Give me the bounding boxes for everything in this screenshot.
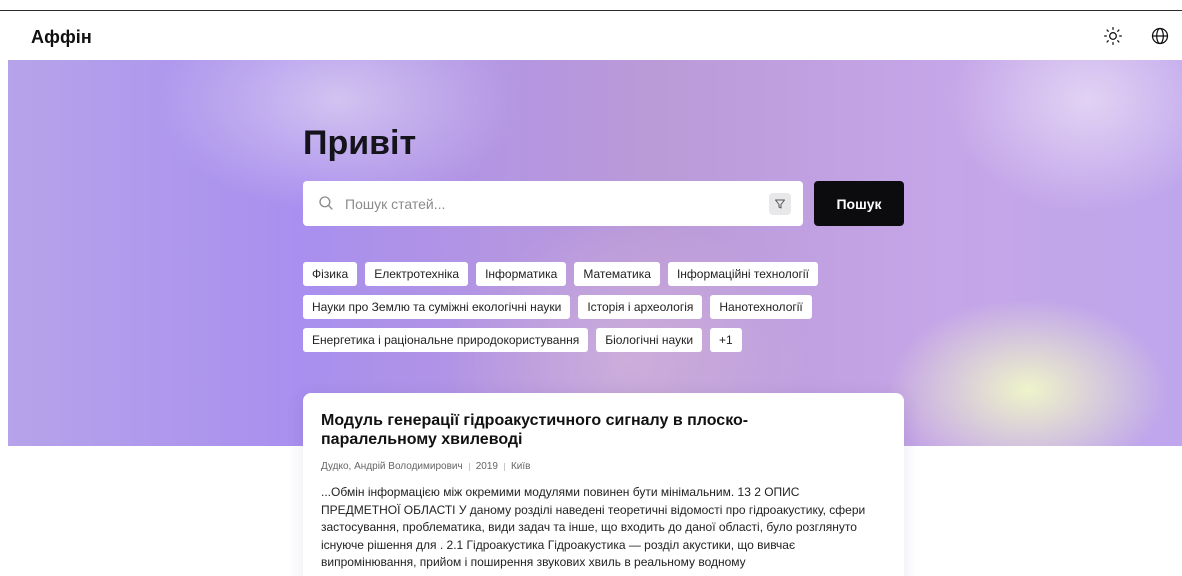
tag-chip[interactable]: Фізика [303, 262, 358, 286]
search-button[interactable]: Пошук [814, 181, 904, 226]
top-bar: Аффін [0, 10, 1182, 60]
search-icon [319, 196, 333, 210]
globe-icon[interactable] [1149, 25, 1171, 47]
result-author: Дудко, Андрій Володимирович [321, 461, 463, 472]
tag-chip[interactable]: Математика [574, 262, 660, 286]
hero-background [8, 60, 1182, 446]
filter-icon [775, 199, 785, 209]
tag-row: Енергетика і раціональне природокористув… [303, 328, 883, 352]
result-meta: Дудко, Андрій Володимирович 2019 Київ [321, 461, 886, 472]
sun-icon[interactable] [1102, 25, 1124, 47]
tag-chip[interactable]: Енергетика і раціональне природокористув… [303, 328, 589, 352]
result-title[interactable]: Модуль генерації гідроакустичного сигнал… [321, 411, 861, 449]
result-city: Київ [510, 461, 531, 472]
filter-button[interactable] [769, 193, 791, 215]
meta-divider [468, 462, 470, 471]
result-snippet: ...Обмін інформацією між окремими модуля… [321, 485, 866, 569]
more-tags-button[interactable]: +1 [710, 328, 742, 352]
meta-divider [503, 462, 505, 471]
search-box [303, 181, 803, 226]
tag-chip[interactable]: Інформаційні технології [667, 262, 818, 286]
result-year: 2019 [475, 461, 498, 472]
tag-chip[interactable]: Електротехніка [365, 262, 469, 286]
result-card[interactable]: Модуль генерації гідроакустичного сигнал… [303, 393, 904, 576]
tag-row: Науки про Землю та суміжні екологічні на… [303, 295, 883, 319]
tag-chip[interactable]: Інформатика [476, 262, 567, 286]
page-title: Привіт [303, 124, 417, 162]
tag-chip[interactable]: Біологічні науки [596, 328, 703, 352]
search-input[interactable] [345, 181, 755, 226]
tag-chip[interactable]: Історія і археологія [578, 295, 703, 319]
tag-chip[interactable]: Науки про Землю та суміжні екологічні на… [303, 295, 571, 319]
logo[interactable]: Аффін [31, 27, 92, 48]
tag-chip[interactable]: Нанотехнології [710, 295, 812, 319]
tag-row: Фізика Електротехніка Інформатика Матема… [303, 262, 883, 286]
category-tags: Фізика Електротехніка Інформатика Матема… [303, 262, 883, 361]
